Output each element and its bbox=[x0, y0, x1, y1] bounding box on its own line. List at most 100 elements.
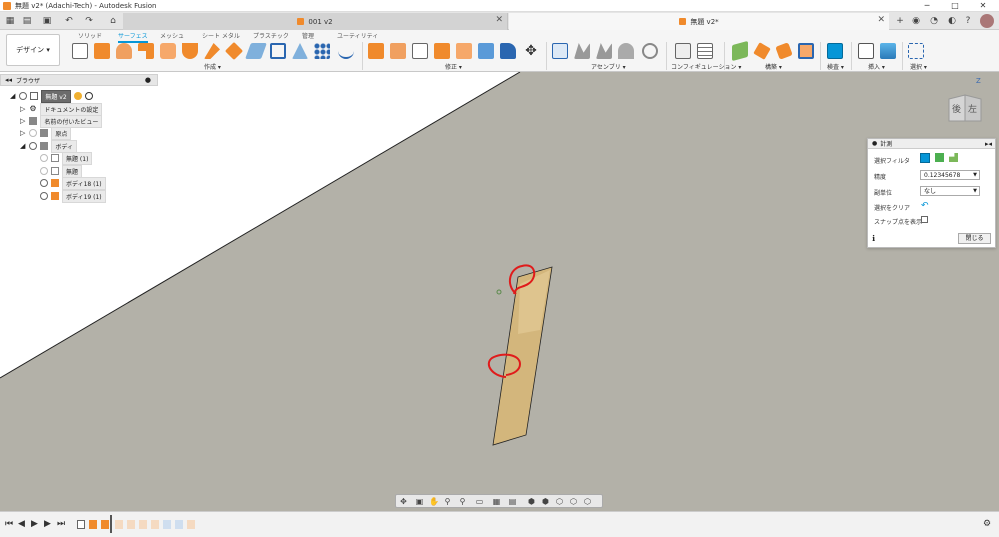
select-window-icon[interactable] bbox=[908, 43, 924, 59]
ruled-icon[interactable] bbox=[204, 43, 220, 59]
minimize-button[interactable]: ─ bbox=[913, 0, 941, 12]
joint-origin-icon[interactable] bbox=[618, 43, 634, 59]
look-at-icon[interactable]: ▣ bbox=[415, 497, 424, 506]
group-configuration[interactable]: コンフィギュレーション ▾ bbox=[671, 62, 741, 71]
group-inspect[interactable]: 検査 ▾ bbox=[827, 62, 844, 71]
pan-icon[interactable]: ✋ bbox=[429, 497, 439, 506]
offset-plane-icon[interactable] bbox=[732, 40, 748, 62]
undo-icon[interactable]: ↶ bbox=[62, 14, 76, 28]
group-construct[interactable]: 構築 ▾ bbox=[765, 62, 782, 71]
offset-icon[interactable] bbox=[224, 41, 244, 61]
save-icon[interactable]: ▣ bbox=[40, 14, 54, 28]
timeline-feature-suppressed[interactable] bbox=[127, 520, 135, 529]
plane-at-angle-icon[interactable] bbox=[753, 42, 771, 60]
pattern-icon[interactable] bbox=[314, 43, 330, 59]
browser-item-origin[interactable]: ▷ 原点 bbox=[20, 126, 72, 140]
filter-body-icon[interactable] bbox=[935, 153, 944, 162]
timeline-feature-suppressed[interactable] bbox=[115, 520, 123, 529]
close-tab-icon[interactable]: ✕ bbox=[877, 15, 885, 25]
environment-icon[interactable]: ⬢ bbox=[541, 497, 550, 506]
extend-icon[interactable] bbox=[412, 43, 428, 59]
notifications-icon[interactable]: ◐ bbox=[945, 14, 959, 28]
collapse-icon[interactable]: ◢ bbox=[20, 142, 25, 150]
tab-sheet-metal[interactable]: シート メタル bbox=[202, 31, 240, 40]
file-menu-icon[interactable]: ▤ bbox=[20, 14, 34, 28]
expand-icon[interactable]: ▷ bbox=[20, 105, 25, 113]
motion-link-icon[interactable] bbox=[642, 43, 658, 59]
effects-icon[interactable]: ⬡ bbox=[555, 497, 564, 506]
group-modify[interactable]: 修正 ▾ bbox=[445, 62, 462, 71]
fit-icon[interactable]: ⚲ bbox=[458, 497, 467, 506]
clear-selection-icon[interactable]: ↶ bbox=[921, 201, 929, 211]
timeline-feature-surface[interactable] bbox=[89, 520, 97, 529]
orbit-icon[interactable]: ✥ bbox=[399, 497, 408, 506]
measure-icon[interactable] bbox=[827, 43, 843, 59]
mirror-icon[interactable] bbox=[338, 43, 354, 59]
home-icon[interactable]: ⌂ bbox=[106, 14, 120, 28]
visual-style-icon[interactable]: ⬢ bbox=[527, 497, 536, 506]
visibility-icon[interactable] bbox=[40, 154, 48, 162]
viewports-icon[interactable]: ▤ bbox=[508, 497, 517, 506]
collapse-browser-icon[interactable]: ◂◂ bbox=[5, 76, 12, 84]
tab-untitled-v2[interactable]: 無題 v2* ✕ bbox=[509, 13, 889, 30]
insert-derive-icon[interactable] bbox=[858, 43, 874, 59]
timeline-feature-sketch[interactable] bbox=[77, 520, 85, 529]
visibility-icon[interactable] bbox=[19, 92, 28, 100]
visibility-icon[interactable] bbox=[29, 129, 38, 137]
timeline-feature-surface[interactable] bbox=[101, 520, 109, 529]
stitch-icon[interactable] bbox=[434, 43, 450, 59]
patch-icon[interactable] bbox=[182, 43, 198, 59]
split-body-icon[interactable] bbox=[500, 43, 516, 59]
close-tab-icon[interactable]: ✕ bbox=[495, 15, 503, 25]
timeline-marker[interactable] bbox=[110, 515, 112, 533]
activate-icon[interactable] bbox=[84, 92, 93, 100]
tab-solid[interactable]: ソリッド bbox=[78, 31, 102, 40]
unstitch-icon[interactable] bbox=[456, 43, 472, 59]
close-dialog-button[interactable]: 閉じる bbox=[958, 233, 991, 244]
reverse-normal-icon[interactable] bbox=[478, 43, 494, 59]
grid-snaps-icon[interactable]: ▦ bbox=[492, 497, 501, 506]
display-settings-icon[interactable]: ▭ bbox=[475, 497, 484, 506]
midplane-icon[interactable] bbox=[798, 43, 814, 59]
step-back-icon[interactable]: ◀ bbox=[18, 519, 25, 529]
help-icon[interactable]: ? bbox=[961, 14, 975, 28]
sweep-icon[interactable] bbox=[138, 43, 154, 59]
config-table-icon[interactable] bbox=[697, 43, 713, 59]
configure-icon[interactable] bbox=[675, 43, 691, 59]
browser-item-root[interactable]: ◢ 無題 v2 bbox=[10, 89, 96, 103]
browser-pin-icon[interactable]: ● bbox=[145, 76, 151, 84]
secondary-units-select[interactable]: なし ▼ bbox=[920, 186, 980, 196]
browser-item-body-untitled[interactable]: 無題 bbox=[40, 164, 83, 178]
tab-manage[interactable]: 管理 bbox=[302, 31, 314, 40]
press-pull-icon[interactable] bbox=[368, 43, 384, 59]
thicken-icon[interactable] bbox=[245, 43, 267, 59]
loft-icon[interactable] bbox=[160, 43, 176, 59]
tab-surface[interactable]: サーフェス bbox=[118, 31, 148, 43]
maximize-button[interactable]: □ bbox=[941, 0, 969, 12]
app-grid-icon[interactable]: ▦ bbox=[3, 14, 17, 28]
play-icon[interactable]: ▶ bbox=[31, 519, 38, 529]
filter-face-icon[interactable] bbox=[920, 153, 930, 163]
revolve-icon[interactable] bbox=[116, 43, 132, 59]
filter-component-icon[interactable] bbox=[949, 153, 958, 162]
visibility-icon[interactable] bbox=[40, 179, 48, 187]
show-snap-points-checkbox[interactable] bbox=[921, 216, 928, 223]
expand-icon[interactable]: ▷ bbox=[20, 117, 25, 125]
group-create[interactable]: 作成 ▾ bbox=[204, 62, 221, 71]
step-forward-icon[interactable]: ▶ bbox=[44, 519, 51, 529]
precision-select[interactable]: 0.12345678 ▼ bbox=[920, 170, 980, 180]
sketch-icon[interactable] bbox=[72, 43, 88, 59]
browser-item-document-settings[interactable]: ▷ ⚙ ドキュメントの設定 bbox=[20, 102, 103, 116]
viewcube[interactable]: 後 左 Z bbox=[945, 77, 983, 123]
browser-item-named-views[interactable]: ▷ 名前の付いたビュー bbox=[20, 114, 103, 128]
tab-plastic[interactable]: プラスチック bbox=[253, 31, 289, 40]
tab-mesh[interactable]: メッシュ bbox=[160, 31, 184, 40]
trim-icon[interactable] bbox=[390, 43, 406, 59]
collapse-icon[interactable]: ◢ bbox=[10, 92, 15, 100]
timeline-feature-suppressed[interactable] bbox=[151, 520, 159, 529]
timeline-settings-gear-icon[interactable]: ⚙ bbox=[983, 519, 991, 529]
job-status-icon[interactable]: ◔ bbox=[927, 14, 941, 28]
new-component-icon[interactable] bbox=[552, 43, 568, 59]
tangent-plane-icon[interactable] bbox=[775, 42, 793, 60]
group-assemble[interactable]: アセンブリ ▾ bbox=[591, 62, 626, 71]
